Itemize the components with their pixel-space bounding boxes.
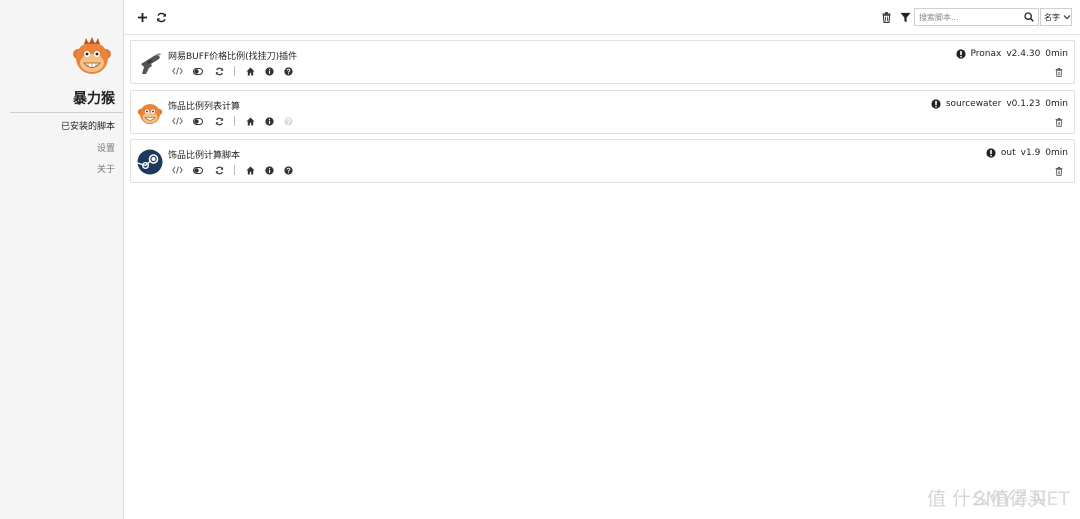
script-actions: [171, 164, 301, 176]
sidebar-item-settings[interactable]: 设置: [0, 141, 115, 154]
sort-select[interactable]: 名字: [1040, 8, 1072, 26]
script-meta: out v1.9 0min: [986, 148, 1068, 158]
sidebar-item-installed-scripts[interactable]: 已安装的脚本: [0, 119, 115, 132]
script-card[interactable]: 饰品比例计算脚本 out v1.9 0min: [130, 139, 1075, 183]
watermark-overlay: SMYZ.NET: [973, 488, 1070, 510]
search-icon[interactable]: [1022, 10, 1036, 24]
info-icon[interactable]: [263, 115, 275, 127]
script-version: v0.1.23: [1006, 99, 1041, 109]
script-actions: [171, 115, 301, 127]
violentmonkey-logo: [73, 37, 111, 74]
script-meta: sourcewater v0.1.23 0min: [931, 99, 1068, 109]
home-icon[interactable]: [244, 164, 256, 176]
action-divider: [234, 66, 235, 76]
search-input[interactable]: [915, 9, 1021, 25]
home-icon[interactable]: [244, 115, 256, 127]
script-author[interactable]: out: [1001, 148, 1016, 158]
script-version: v2.4.30: [1006, 49, 1041, 59]
trash-icon[interactable]: [878, 9, 894, 25]
toggle-icon[interactable]: [192, 65, 204, 77]
code-icon[interactable]: [171, 115, 183, 127]
gun-icon: [141, 53, 161, 74]
script-author[interactable]: sourcewater: [946, 99, 1002, 109]
code-icon[interactable]: [171, 164, 183, 176]
toolbar: 名字: [124, 0, 1080, 35]
sort-select-value: 名字: [1044, 12, 1060, 22]
action-divider: [234, 116, 235, 126]
author-icon: [931, 99, 941, 109]
script-name: 网易BUFF价格比例(找挂刀)插件: [168, 52, 298, 62]
script-meta: Pronax v2.4.30 0min: [955, 49, 1068, 59]
trash-icon[interactable]: [1054, 165, 1064, 177]
script-updated: 0min: [1045, 99, 1068, 109]
refresh-icon[interactable]: [213, 115, 225, 127]
script-name: 饰品比例列表计算: [168, 102, 241, 112]
script-card[interactable]: 饰品比例列表计算 sourcewater v0.1.23 0min: [130, 90, 1075, 134]
chevron-down-icon: [1063, 15, 1071, 20]
info-icon[interactable]: [263, 65, 275, 77]
help-icon[interactable]: [282, 164, 294, 176]
sidebar: 暴力猴 已安装的脚本 设置 关于: [0, 0, 124, 519]
script-author[interactable]: Pronax: [971, 49, 1002, 59]
action-divider: [234, 165, 235, 175]
script-actions: [171, 65, 301, 77]
author-icon: [955, 49, 966, 59]
filter-icon[interactable]: [897, 9, 913, 25]
refresh-icon[interactable]: [153, 9, 169, 25]
toggle-icon[interactable]: [192, 115, 204, 127]
trash-icon[interactable]: [1054, 66, 1064, 78]
refresh-icon[interactable]: [213, 164, 225, 176]
sidebar-item-about[interactable]: 关于: [0, 162, 115, 175]
help-icon[interactable]: [282, 65, 294, 77]
search-box: [914, 8, 1039, 26]
watermark: 值 什么值得买 SMYZ.NET: [927, 484, 1070, 511]
code-icon[interactable]: [171, 65, 183, 77]
script-version: v1.9: [1020, 148, 1041, 158]
sidebar-divider: [10, 112, 123, 113]
help-icon-disabled: [282, 115, 294, 127]
app-name: 暴力猴: [73, 91, 115, 107]
monkey-icon: [137, 104, 163, 124]
steam-icon: [137, 149, 163, 175]
trash-icon[interactable]: [1054, 116, 1064, 128]
plus-icon[interactable]: [134, 9, 150, 25]
author-icon: [986, 148, 996, 158]
script-card[interactable]: 网易BUFF价格比例(找挂刀)插件 Pronax v2.4.30 0min: [130, 40, 1075, 84]
info-icon[interactable]: [263, 164, 275, 176]
refresh-icon[interactable]: [213, 65, 225, 77]
toggle-icon[interactable]: [192, 164, 204, 176]
script-updated: 0min: [1045, 148, 1068, 158]
script-updated: 0min: [1045, 49, 1068, 59]
script-name: 饰品比例计算脚本: [168, 151, 241, 161]
home-icon[interactable]: [244, 65, 256, 77]
